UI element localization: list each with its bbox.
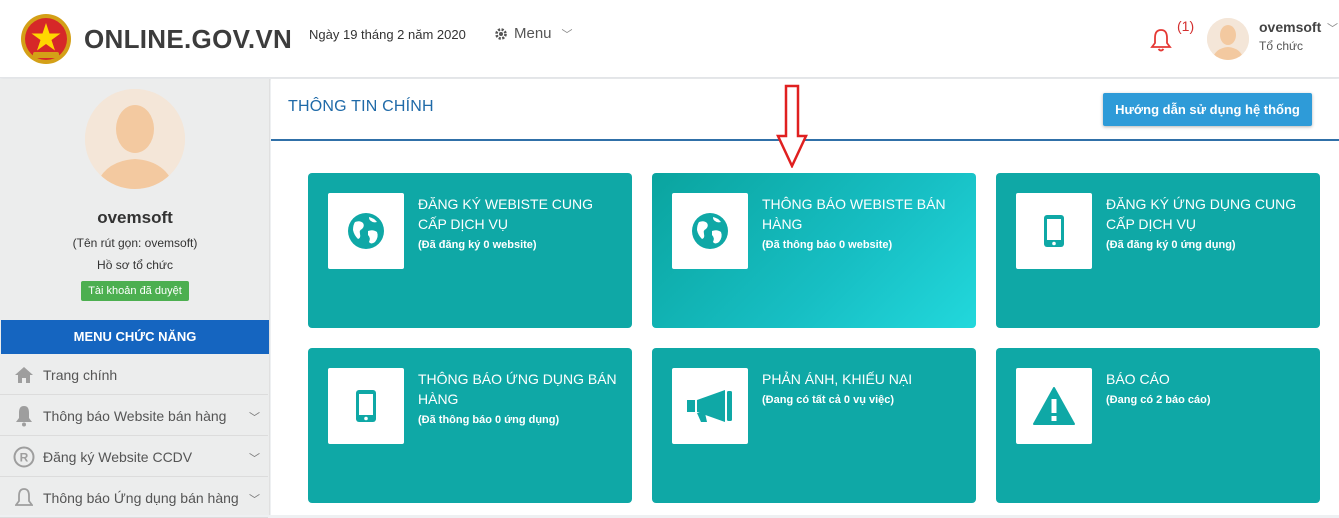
tile-subtitle: (Đang có 2 báo cáo)	[1106, 394, 1211, 406]
chevron-down-icon[interactable]: ﹀	[1327, 20, 1338, 36]
page-title: THÔNG TIN CHÍNH	[288, 98, 434, 115]
tile-title: BÁO CÁO	[1106, 371, 1170, 387]
tile-register-service-website[interactable]: ĐĂNG KÝ WEBISTE CUNG CẤP DỊCH VỤ (Đã đăn…	[308, 173, 632, 328]
warning-icon	[1033, 387, 1075, 425]
top-menu-dropdown[interactable]: Menu ﹀	[494, 25, 573, 42]
site-title[interactable]: ONLINE.GOV.VN	[84, 24, 292, 55]
globe-icon	[692, 213, 728, 249]
notification-bell-icon[interactable]	[1150, 28, 1172, 52]
chevron-down-icon: ﹀	[249, 412, 260, 424]
tile-icon-box	[1016, 368, 1092, 444]
profile-name: ovemsoft	[97, 208, 173, 227]
tile-subtitle: (Đã thông báo 0 website)	[762, 239, 893, 251]
sidebar-item-label: Đăng ký Website CCDV	[43, 448, 193, 465]
annotation-arrow-down-icon	[776, 84, 808, 168]
tile-notify-sales-app[interactable]: THÔNG BÁO ỨNG DỤNG BÁN HÀNG (Đã thông bá…	[308, 348, 632, 503]
sidebar-item-register-ccdv[interactable]: R Đăng ký Website CCDV ﹀	[0, 437, 268, 477]
chevron-down-icon: ﹀	[249, 453, 260, 465]
tile-subtitle: (Đã đăng ký 0 website)	[418, 239, 537, 251]
registered-icon: R	[13, 446, 35, 468]
top-bar: ONLINE.GOV.VN Ngày 19 tháng 2 năm 2020 M…	[0, 0, 1339, 78]
tile-reports[interactable]: BÁO CÁO (Đang có 2 báo cáo)	[996, 348, 1320, 503]
bell-outline-icon	[13, 487, 35, 509]
sidebar-item-label: Trang chính	[43, 366, 118, 383]
user-role: Tổ chức	[1259, 39, 1304, 53]
current-date: Ngày 19 tháng 2 năm 2020	[309, 27, 466, 42]
user-guide-button[interactable]: Hướng dẫn sử dụng hệ thống	[1103, 93, 1312, 126]
sidebar: ovemsoft (Tên rút gọn: ovemsoft) Hồ sơ t…	[0, 79, 270, 518]
megaphone-icon	[687, 390, 732, 422]
tile-title: ĐĂNG KÝ ỨNG DỤNG CUNG CẤP DỊCH VỤ	[1106, 196, 1297, 232]
sidebar-item-website-sales[interactable]: Thông báo Website bán hàng ﹀	[0, 396, 268, 436]
tile-title: PHẢN ÁNH, KHIẾU NẠI	[762, 371, 913, 387]
tile-complaints[interactable]: PHẢN ÁNH, KHIẾU NẠI (Đang có tất cả 0 vụ…	[652, 348, 976, 503]
mobile-icon	[356, 390, 376, 422]
globe-icon	[348, 213, 384, 249]
user-avatar[interactable]	[1207, 18, 1249, 60]
tile-icon-box	[672, 368, 748, 444]
tile-subtitle: (Đang có tất cả 0 vụ việc)	[762, 394, 895, 406]
profile-type-link[interactable]: Hồ sơ tổ chức	[0, 258, 270, 272]
profile-short-name: (Tên rút gọn: ovemsoft)	[72, 236, 198, 250]
tile-icon-box	[672, 193, 748, 269]
menu-label: Menu	[514, 25, 552, 42]
chevron-down-icon: ﹀	[249, 494, 260, 506]
notification-count[interactable]: (1)	[1177, 18, 1194, 34]
sidebar-item-label: Thông báo Ứng dụng bán hàng	[43, 489, 239, 506]
svg-text:R: R	[20, 450, 29, 464]
tile-subtitle: (Đã thông báo 0 ứng dụng)	[418, 414, 560, 426]
sidebar-item-app-sales[interactable]: Thông báo Ứng dụng bán hàng ﹀	[0, 478, 268, 518]
mobile-icon	[1044, 215, 1064, 247]
main-content: THÔNG TIN CHÍNH Hướng dẫn sử dụng hệ thố…	[271, 79, 1339, 515]
gear-icon	[495, 27, 507, 40]
tile-title: ĐĂNG KÝ WEBISTE CUNG CẤP DỊCH VỤ	[418, 196, 594, 232]
tile-register-service-app[interactable]: ĐĂNG KÝ ỨNG DỤNG CUNG CẤP DỊCH VỤ (Đã đă…	[996, 173, 1320, 328]
profile-avatar	[85, 89, 185, 189]
tile-title: THÔNG BÁO WEBISTE BÁN HÀNG	[762, 196, 946, 232]
tile-notify-sales-website[interactable]: THÔNG BÁO WEBISTE BÁN HÀNG (Đã thông báo…	[652, 173, 976, 328]
national-emblem-logo[interactable]	[20, 12, 72, 66]
tile-subtitle: (Đã đăng ký 0 ứng dụng)	[1106, 239, 1236, 251]
account-status-badge: Tài khoản đã duyệt	[81, 281, 189, 301]
bell-icon	[13, 405, 35, 427]
chevron-down-icon: ﹀	[561, 28, 573, 41]
tile-title: THÔNG BÁO ỨNG DỤNG BÁN HÀNG	[418, 371, 617, 407]
user-name[interactable]: ovemsoft	[1259, 19, 1321, 35]
home-icon	[13, 364, 35, 386]
tile-icon-box	[328, 193, 404, 269]
tile-icon-box	[1016, 193, 1092, 269]
tile-icon-box	[328, 368, 404, 444]
menu-header: MENU CHỨC NĂNG	[1, 320, 269, 354]
sidebar-item-label: Thông báo Website bán hàng	[43, 407, 227, 424]
sidebar-item-home[interactable]: Trang chính	[0, 355, 268, 395]
